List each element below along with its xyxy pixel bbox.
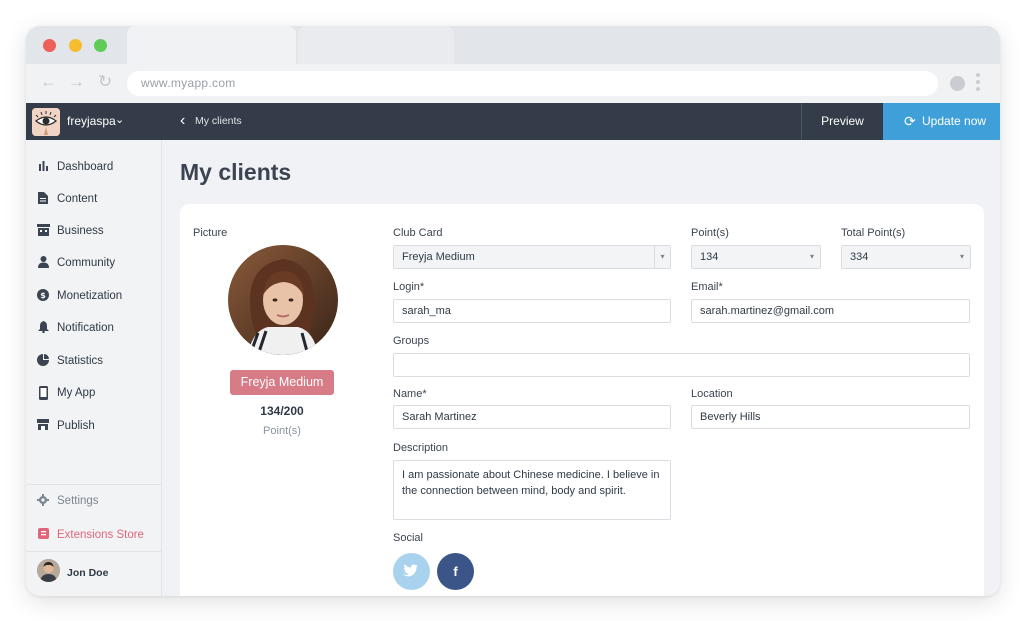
sidebar-item-label: Notification [57, 322, 114, 334]
page-title: My clients [180, 159, 292, 185]
total-points-select[interactable]: 334 ▾ [841, 245, 971, 269]
sidebar-item-label: Dashboard [57, 161, 114, 173]
document-icon [37, 192, 49, 206]
sidebar-item-label: My App [57, 387, 96, 399]
email-label: Email* [691, 281, 723, 293]
kebab-menu-icon[interactable] [976, 73, 982, 94]
points-progress-label: Point(s) [263, 425, 301, 437]
sidebar-item-label: Statistics [57, 355, 104, 367]
sidebar-item-community[interactable]: Community [26, 253, 162, 275]
club-card-value: Freyja Medium [402, 251, 475, 263]
email-input[interactable]: sarah.martinez@gmail.com [691, 299, 970, 323]
sidebar-item-my-app[interactable]: My App [26, 383, 162, 405]
gear-icon [37, 494, 49, 508]
brand-logo[interactable] [32, 108, 60, 136]
location-input[interactable]: Beverly Hills [691, 405, 970, 429]
browser-tab-inactive[interactable] [298, 26, 454, 64]
profile-circle-icon[interactable] [950, 76, 965, 91]
browser-titlebar [26, 26, 1000, 64]
browser-window: ← → ↻ www.myapp.com freyjaspa ⌄ ‹ My cli… [26, 26, 1000, 596]
club-card-label: Club Card [393, 227, 443, 239]
description-label: Description [393, 442, 449, 454]
sidebar-item-label: Community [57, 257, 116, 269]
forward-arrow-icon[interactable]: → [68, 72, 85, 92]
store-icon [37, 528, 49, 542]
sidebar: Dashboard Content Business Community $ M… [26, 140, 162, 596]
name-label: Name* [393, 388, 427, 400]
picture-label: Picture [193, 227, 228, 239]
social-label: Social [393, 532, 423, 544]
maximize-window-dot[interactable] [94, 39, 107, 52]
back-link[interactable]: My clients [195, 115, 242, 127]
facebook-icon[interactable]: f [437, 553, 474, 590]
storefront-icon [37, 224, 50, 238]
bell-icon [37, 321, 49, 335]
sidebar-item-label: Settings [57, 495, 99, 507]
groups-label: Groups [393, 335, 430, 347]
facebook-glyph: f [453, 564, 458, 579]
caret-down-icon: ▾ [959, 252, 964, 261]
user-name[interactable]: Jon Doe [67, 567, 108, 579]
login-input[interactable]: sarah_ma [393, 299, 671, 323]
url-input[interactable]: www.myapp.com [127, 71, 938, 96]
user-avatar[interactable] [37, 559, 60, 582]
points-select[interactable]: 134 ▾ [691, 245, 821, 269]
sidebar-item-business[interactable]: Business [26, 221, 162, 243]
sidebar-item-label: Content [57, 193, 98, 205]
minimize-window-dot[interactable] [69, 39, 82, 52]
refresh-icon: ⟳ [904, 113, 916, 129]
login-label: Login* [393, 281, 425, 293]
total-points-label: Total Point(s) [841, 227, 906, 239]
caret-down-icon: ▾ [654, 246, 670, 268]
update-now-button[interactable]: ⟳ Update now [883, 103, 1000, 140]
pie-chart-icon [37, 354, 49, 368]
shop-icon [37, 419, 49, 433]
location-label: Location [691, 388, 733, 400]
sidebar-divider [26, 484, 162, 485]
client-photo[interactable] [228, 245, 338, 355]
chevron-down-icon[interactable]: ⌄ [115, 113, 124, 126]
sidebar-item-notification[interactable]: Notification [26, 318, 162, 340]
dollar-icon: $ [37, 289, 49, 303]
sidebar-item-label: Business [57, 225, 104, 237]
club-card-select[interactable]: Freyja Medium ▾ [393, 245, 671, 269]
phone-icon [37, 386, 49, 400]
sidebar-item-label: Extensions Store [57, 529, 144, 541]
sidebar-item-label: Publish [57, 420, 95, 432]
sidebar-item-settings[interactable]: Settings [26, 491, 162, 513]
sidebar-item-statistics[interactable]: Statistics [26, 351, 162, 373]
brand-name[interactable]: freyjaspa [67, 114, 116, 128]
description-textarea[interactable]: I am passionate about Chinese medicine. … [393, 460, 671, 520]
club-card-badge: Freyja Medium [230, 370, 334, 395]
address-bar: ← → ↻ www.myapp.com [26, 64, 1000, 103]
browser-tab-active[interactable] [127, 26, 296, 64]
sidebar-item-extensions-store[interactable]: Extensions Store [26, 525, 162, 547]
svg-text:$: $ [40, 291, 46, 300]
sidebar-divider [26, 551, 162, 552]
update-now-label: Update now [922, 114, 987, 128]
points-label: Point(s) [691, 227, 729, 239]
caret-down-icon: ▾ [809, 252, 814, 261]
reload-icon[interactable]: ↻ [98, 72, 112, 92]
sidebar-item-label: Monetization [57, 290, 123, 302]
back-arrow-icon[interactable]: ← [40, 72, 57, 92]
groups-input[interactable] [393, 353, 970, 377]
sidebar-item-publish[interactable]: Publish [26, 416, 162, 438]
total-points-value: 334 [850, 251, 869, 263]
points-progress-value: 134/200 [260, 404, 304, 418]
name-input[interactable]: Sarah Martinez [393, 405, 671, 429]
person-icon [37, 256, 49, 270]
app-header: freyjaspa ⌄ ‹ My clients Preview ⟳ Updat… [26, 103, 1000, 140]
chevron-left-icon[interactable]: ‹ [180, 112, 185, 130]
sidebar-item-monetization[interactable]: $ Monetization [26, 286, 162, 308]
twitter-icon[interactable] [393, 553, 430, 590]
points-value: 134 [700, 251, 719, 263]
bar-chart-icon [37, 160, 49, 174]
sidebar-item-content[interactable]: Content [26, 189, 162, 211]
client-form-card: Picture Freyja Medium 134/200 Point(s) C… [180, 204, 984, 596]
preview-button[interactable]: Preview [801, 103, 883, 140]
sidebar-item-dashboard[interactable]: Dashboard [26, 157, 162, 179]
close-window-dot[interactable] [43, 39, 56, 52]
